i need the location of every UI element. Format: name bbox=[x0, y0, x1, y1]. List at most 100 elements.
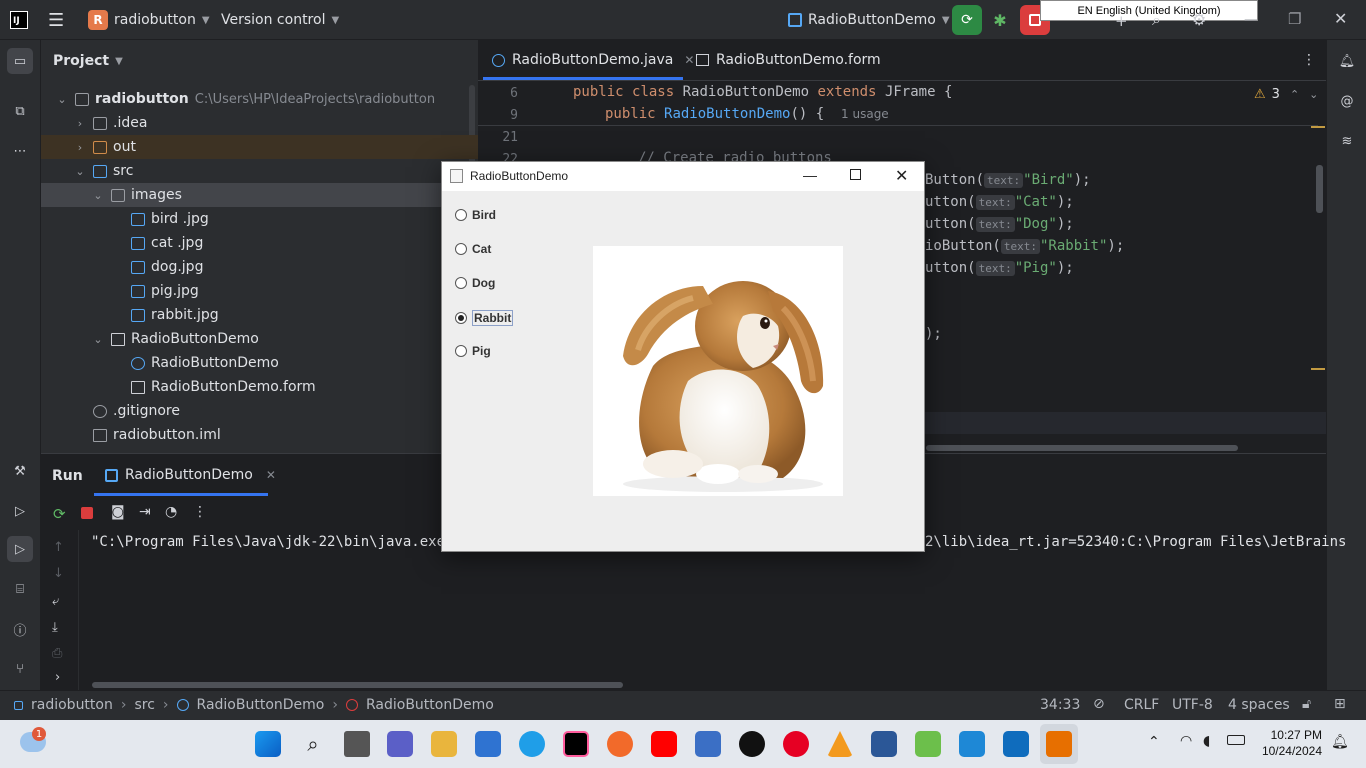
tree-item-file[interactable]: cat .jpg bbox=[131, 231, 203, 255]
close-icon[interactable]: ✕ bbox=[684, 53, 694, 67]
breadcrumb-item[interactable]: src bbox=[134, 697, 154, 713]
code-line[interactable]: ); bbox=[925, 326, 942, 342]
inspection-widget[interactable]: ⚠ 3 ⌃ ⌄ bbox=[1254, 87, 1318, 102]
indent-setting[interactable]: 4 spaces bbox=[1228, 697, 1290, 713]
more-icon[interactable]: ⋮ bbox=[193, 504, 207, 520]
services-icon[interactable]: ▷ bbox=[7, 498, 33, 524]
devc-icon[interactable] bbox=[695, 731, 721, 757]
radio-button[interactable] bbox=[455, 277, 467, 289]
tree-item-file[interactable]: rabbit.jpg bbox=[131, 303, 219, 327]
volume-icon[interactable]: ◖ bbox=[1203, 733, 1210, 749]
settings-icon[interactable]: ⚙ bbox=[1192, 10, 1206, 29]
code-line[interactable]: utton(text: "Dog"); bbox=[925, 216, 1074, 232]
scroll-to-end-icon[interactable]: ⤓ bbox=[52, 620, 58, 635]
debug-icon[interactable]: ✱ bbox=[988, 8, 1012, 32]
task-view-icon[interactable] bbox=[344, 731, 370, 757]
run-config-selector[interactable]: RadioButtonDemo ▼ bbox=[788, 0, 950, 40]
project-switcher[interactable]: R radiobutton ▼ bbox=[88, 0, 210, 40]
radio-option-pig[interactable]: Pig bbox=[455, 344, 491, 358]
project-panel-header[interactable]: Project ▼ bbox=[53, 53, 123, 69]
editor-scrollbar[interactable] bbox=[1316, 165, 1323, 213]
firefox-icon[interactable] bbox=[607, 731, 633, 757]
clock-date[interactable]: 10/24/2024 bbox=[1252, 744, 1322, 758]
build-icon[interactable]: ⚒ bbox=[7, 458, 33, 484]
rerun-icon[interactable]: ⟳ bbox=[53, 505, 66, 523]
more-icon[interactable]: ⋮ bbox=[1302, 52, 1316, 68]
close-button[interactable]: ✕ bbox=[1334, 9, 1347, 28]
usage-hint[interactable]: 1 usage bbox=[841, 107, 889, 121]
chevron-up-icon[interactable]: ⌃ bbox=[1290, 88, 1299, 101]
run-tab[interactable]: RadioButtonDemo ✕ bbox=[105, 467, 276, 483]
main-menu-icon[interactable]: ☰ bbox=[48, 0, 64, 40]
git-icon[interactable]: ⑂ bbox=[7, 656, 33, 682]
code-line[interactable]: ioButton(text: "Rabbit"); bbox=[925, 238, 1124, 254]
print-icon[interactable]: ⎙ bbox=[52, 646, 62, 661]
add-icon[interactable]: + bbox=[1115, 12, 1128, 30]
tree-item-root[interactable]: ⌄ radiobutton C:\Users\HP\IdeaProjects\r… bbox=[55, 87, 435, 111]
camera-icon[interactable]: ◙ bbox=[111, 504, 125, 520]
arrow-down-icon[interactable]: ↓ bbox=[53, 566, 64, 581]
code-line[interactable]: utton(text: "Cat"); bbox=[925, 194, 1074, 210]
code-line-9[interactable]: public RadioButtonDemo() { 1 usage bbox=[605, 106, 889, 122]
ai-assistant-icon[interactable]: @ bbox=[1334, 88, 1360, 114]
pinterest-icon[interactable] bbox=[783, 731, 809, 757]
file-encoding[interactable]: UTF-8 bbox=[1172, 697, 1213, 713]
exit-icon[interactable]: ⇥ bbox=[139, 504, 151, 520]
search-icon[interactable]: ⌕ bbox=[300, 731, 326, 757]
tree-item-class[interactable]: RadioButtonDemo bbox=[131, 351, 279, 375]
radio-option-dog[interactable]: Dog bbox=[455, 276, 495, 290]
edge-icon[interactable] bbox=[519, 731, 545, 757]
console-scrollbar[interactable] bbox=[92, 682, 623, 688]
battery-icon[interactable] bbox=[1227, 735, 1245, 745]
caret-position[interactable]: 34:33 bbox=[1040, 697, 1080, 713]
search-icon[interactable]: ⌕ bbox=[1152, 10, 1161, 30]
folder-icon[interactable]: ▭ bbox=[7, 48, 33, 74]
arrow-up-icon[interactable]: ↑ bbox=[53, 540, 64, 555]
radio-option-rabbit[interactable]: Rabbit bbox=[455, 310, 514, 326]
run-tool-icon[interactable]: ▷ bbox=[7, 536, 33, 562]
tree-item-out[interactable]: › out bbox=[41, 135, 478, 159]
radio-option-cat[interactable]: Cat bbox=[455, 242, 491, 256]
line-separator[interactable]: CRLF bbox=[1124, 697, 1159, 713]
breadcrumb-item[interactable]: radiobutton bbox=[31, 697, 113, 713]
minimize-button[interactable]: — bbox=[1244, 12, 1258, 28]
vscode-icon[interactable] bbox=[959, 731, 985, 757]
tree-item-images[interactable]: ⌄ images bbox=[41, 183, 478, 207]
tree-item-idea[interactable]: › .idea bbox=[73, 111, 148, 135]
stop-icon[interactable] bbox=[81, 507, 93, 519]
tree-item-form[interactable]: RadioButtonDemo.form bbox=[131, 375, 316, 399]
minimize-button[interactable]: — bbox=[803, 167, 817, 183]
inspection-icon[interactable]: ⊘ bbox=[1093, 696, 1105, 712]
radio-button[interactable] bbox=[455, 345, 467, 357]
database-icon[interactable]: ≋ bbox=[1334, 128, 1360, 154]
close-icon[interactable]: ✕ bbox=[266, 468, 276, 482]
youtube-icon[interactable] bbox=[651, 731, 677, 757]
maximize-button[interactable] bbox=[850, 169, 861, 180]
store-icon[interactable] bbox=[475, 731, 501, 757]
notifications-icon[interactable]: 🔔︎ bbox=[1334, 48, 1360, 74]
structure-icon[interactable]: ⧉ bbox=[7, 98, 33, 124]
rerun-button[interactable]: ⟳ bbox=[952, 5, 982, 35]
console-output-left[interactable]: "C:\Program Files\Java\jdk-22\bin\java.e… bbox=[91, 534, 453, 550]
tree-item-form-group[interactable]: ⌄ RadioButtonDemo bbox=[91, 327, 258, 351]
meet-icon[interactable] bbox=[387, 731, 413, 757]
memory-icon[interactable]: ⊞ bbox=[1334, 696, 1346, 712]
code-line[interactable]: utton(text: "Pig"); bbox=[925, 260, 1074, 276]
tree-item-file[interactable]: pig.jpg bbox=[131, 279, 199, 303]
maximize-button[interactable]: ❐ bbox=[1288, 10, 1301, 28]
radio-button-selected[interactable] bbox=[455, 312, 467, 324]
intellij-logo-icon[interactable]: IJ bbox=[10, 0, 28, 40]
windows-start-icon[interactable] bbox=[255, 731, 281, 757]
console-output-right[interactable]: 2\lib\idea_rt.jar=52340:C:\Program Files… bbox=[925, 534, 1346, 550]
tree-item-file[interactable]: bird .jpg bbox=[131, 207, 209, 231]
tab-form[interactable]: RadioButtonDemo.form bbox=[696, 40, 881, 80]
chevron-up-icon[interactable]: ⌃ bbox=[1148, 734, 1160, 750]
tree-item-iml[interactable]: radiobutton.iml bbox=[93, 423, 221, 447]
code-line-6[interactable]: public class RadioButtonDemo extends JFr… bbox=[573, 84, 952, 100]
file-explorer-icon[interactable] bbox=[431, 731, 457, 757]
chevron-right-icon[interactable]: › bbox=[55, 670, 60, 685]
outlook-icon[interactable] bbox=[1003, 731, 1029, 757]
bluestacks-icon[interactable] bbox=[915, 731, 941, 757]
radio-button[interactable] bbox=[455, 243, 467, 255]
code-line[interactable]: Button(text: "Bird"); bbox=[925, 172, 1091, 188]
